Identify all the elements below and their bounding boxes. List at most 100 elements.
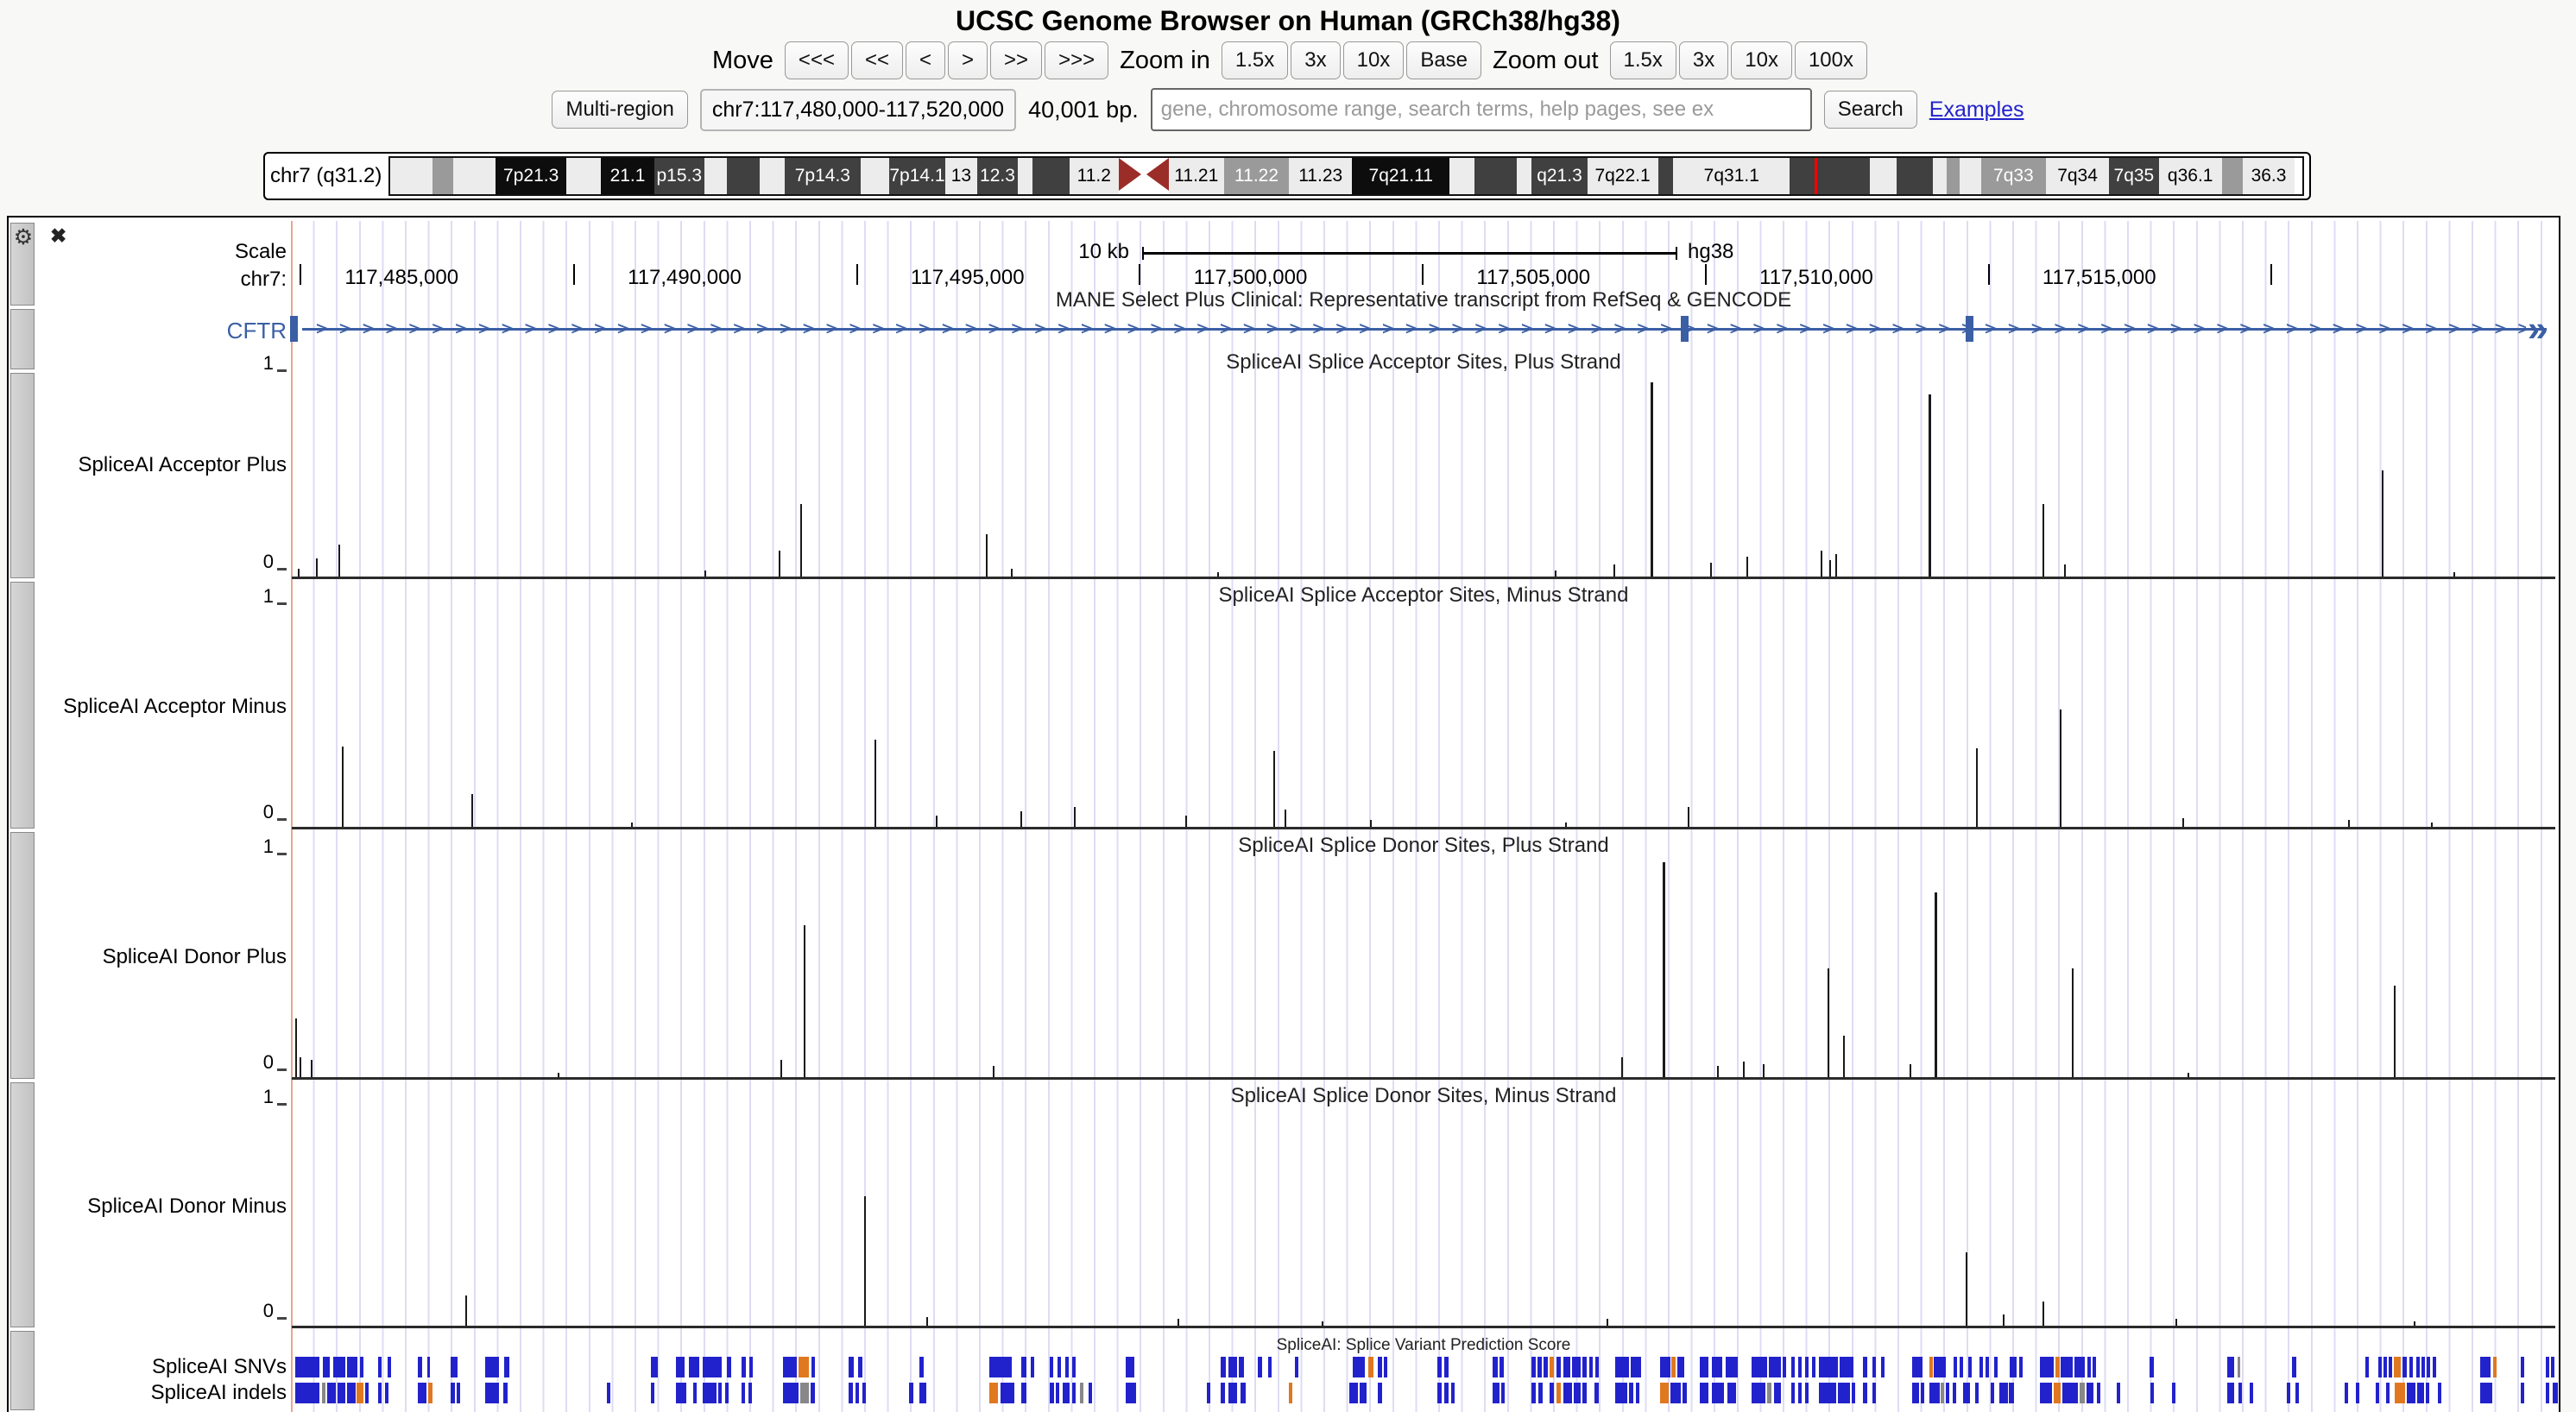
variant-tick[interactable] [1752, 1357, 1767, 1377]
variant-tick[interactable] [1582, 1383, 1587, 1403]
variant-tick[interactable] [2395, 1383, 2405, 1403]
variant-tick[interactable] [2040, 1357, 2054, 1377]
variant-tick[interactable] [1089, 1383, 1092, 1403]
variant-tick[interactable] [1783, 1357, 1786, 1377]
variant-tick[interactable] [2093, 1357, 2096, 1377]
variant-tick[interactable] [2433, 1357, 2436, 1377]
variant-tick[interactable] [2087, 1357, 2091, 1377]
variant-tick[interactable] [2227, 1383, 2234, 1403]
variant-tick[interactable] [1056, 1383, 1059, 1403]
variant-tick[interactable] [2427, 1357, 2430, 1377]
variant-tick[interactable] [1769, 1357, 1781, 1377]
variant-tick[interactable] [1872, 1383, 1876, 1403]
variant-tick[interactable] [989, 1383, 998, 1403]
variant-tick[interactable] [2389, 1357, 2392, 1377]
variant-tick[interactable] [1941, 1383, 1944, 1403]
multi-region-button[interactable]: Multi-region [552, 91, 687, 129]
variant-tick[interactable] [1986, 1357, 1989, 1377]
variant-tick[interactable] [607, 1383, 610, 1403]
variant-tick[interactable] [1946, 1383, 1949, 1403]
variant-tick[interactable] [1563, 1357, 1570, 1377]
wiggle-track[interactable]: SpliceAI Splice Donor Sites, Plus Strand… [9, 832, 2560, 1082]
variant-tick[interactable] [2054, 1383, 2061, 1403]
variant-tick[interactable] [2546, 1383, 2549, 1403]
variant-tick[interactable] [2040, 1383, 2052, 1403]
variant-tick[interactable] [1636, 1383, 1639, 1403]
zoom-out-button[interactable]: 100x [1795, 41, 1867, 79]
variant-tick[interactable] [503, 1383, 508, 1403]
variant-tick[interactable] [651, 1383, 654, 1403]
variant-tick[interactable] [1574, 1383, 1581, 1403]
variant-tick[interactable] [485, 1383, 499, 1403]
variant-tick[interactable] [333, 1357, 345, 1377]
variant-tick[interactable] [1531, 1357, 1536, 1377]
variant-tick[interactable] [1881, 1357, 1885, 1377]
zoom-out-button[interactable]: 10x [1731, 41, 1792, 79]
variant-tick[interactable] [2521, 1357, 2524, 1377]
variant-tick[interactable] [1852, 1383, 1855, 1403]
variant-tick[interactable] [676, 1383, 686, 1403]
variant-tick[interactable] [1712, 1383, 1724, 1403]
variant-tick[interactable] [418, 1357, 422, 1377]
gene-exon-block[interactable] [290, 316, 298, 342]
variant-tick[interactable] [1531, 1383, 1536, 1403]
variant-tick[interactable] [742, 1357, 746, 1377]
variant-tick[interactable] [1500, 1357, 1504, 1377]
variant-tick[interactable] [1550, 1383, 1554, 1403]
variant-tick[interactable] [1544, 1357, 1548, 1377]
variant-tick[interactable] [2097, 1383, 2100, 1403]
variant-tick[interactable] [2394, 1357, 2401, 1377]
variant-tick[interactable] [1953, 1383, 1956, 1403]
wiggle-track[interactable]: SpliceAI Splice Acceptor Sites, Minus St… [9, 582, 2560, 832]
variant-tick[interactable] [2421, 1357, 2425, 1377]
variant-tick[interactable] [1671, 1357, 1676, 1377]
variant-tick[interactable] [919, 1383, 926, 1403]
variant-tick[interactable] [1589, 1357, 1593, 1377]
close-icon[interactable]: ✖ [50, 224, 66, 248]
variant-tick[interactable] [2150, 1357, 2154, 1377]
variant-tick[interactable] [1572, 1357, 1581, 1377]
variant-tick[interactable] [2062, 1383, 2078, 1403]
variant-tick[interactable] [2087, 1383, 2093, 1403]
variant-tick[interactable] [2426, 1383, 2429, 1403]
variant-tick[interactable] [1031, 1357, 1034, 1377]
variant-tick[interactable] [451, 1383, 455, 1403]
variant-tick[interactable] [1838, 1383, 1850, 1403]
variant-tick[interactable] [1021, 1357, 1026, 1377]
variant-tick[interactable] [1582, 1357, 1587, 1377]
variant-tick[interactable] [1840, 1357, 1853, 1377]
gene-name-label[interactable]: CFTR [9, 318, 287, 344]
variant-tick[interactable] [1295, 1357, 1298, 1377]
variant-tick[interactable] [2521, 1383, 2524, 1403]
variant-tick[interactable] [1072, 1357, 1076, 1377]
variant-tick[interactable] [1050, 1383, 1054, 1403]
variant-tick[interactable] [1683, 1383, 1687, 1403]
variant-tick[interactable] [2238, 1357, 2240, 1377]
variant-tick[interactable] [1631, 1357, 1641, 1377]
variant-tick[interactable] [1726, 1357, 1738, 1377]
variant-tick[interactable] [2438, 1383, 2441, 1403]
variant-tick[interactable] [2383, 1357, 2387, 1377]
variant-tick[interactable] [1960, 1357, 1963, 1377]
variant-tick[interactable] [485, 1357, 499, 1377]
variant-tick[interactable] [703, 1383, 717, 1403]
zoom-in-button[interactable]: Base [1406, 41, 1481, 79]
variant-tick[interactable] [2287, 1383, 2290, 1403]
variant-tick[interactable] [1451, 1383, 1455, 1403]
variant-tick[interactable] [2493, 1357, 2497, 1377]
variant-tick[interactable] [1929, 1357, 1933, 1377]
variant-tick[interactable] [693, 1383, 697, 1403]
variant-tick[interactable] [1126, 1383, 1136, 1403]
variant-tick[interactable] [1228, 1357, 1237, 1377]
variant-tick[interactable] [1378, 1357, 1382, 1377]
gene-exon-block[interactable] [1681, 316, 1689, 342]
move-button[interactable]: <<< [785, 41, 849, 79]
variant-tick[interactable] [2480, 1357, 2491, 1377]
variant-tick[interactable] [1241, 1383, 1246, 1403]
variant-tick[interactable] [2009, 1383, 2014, 1403]
variant-tick[interactable] [1921, 1383, 1924, 1403]
variant-tick[interactable] [1700, 1357, 1708, 1377]
variant-tick[interactable] [295, 1383, 319, 1403]
variant-tick[interactable] [1001, 1383, 1014, 1403]
variant-tick[interactable] [1437, 1383, 1442, 1403]
